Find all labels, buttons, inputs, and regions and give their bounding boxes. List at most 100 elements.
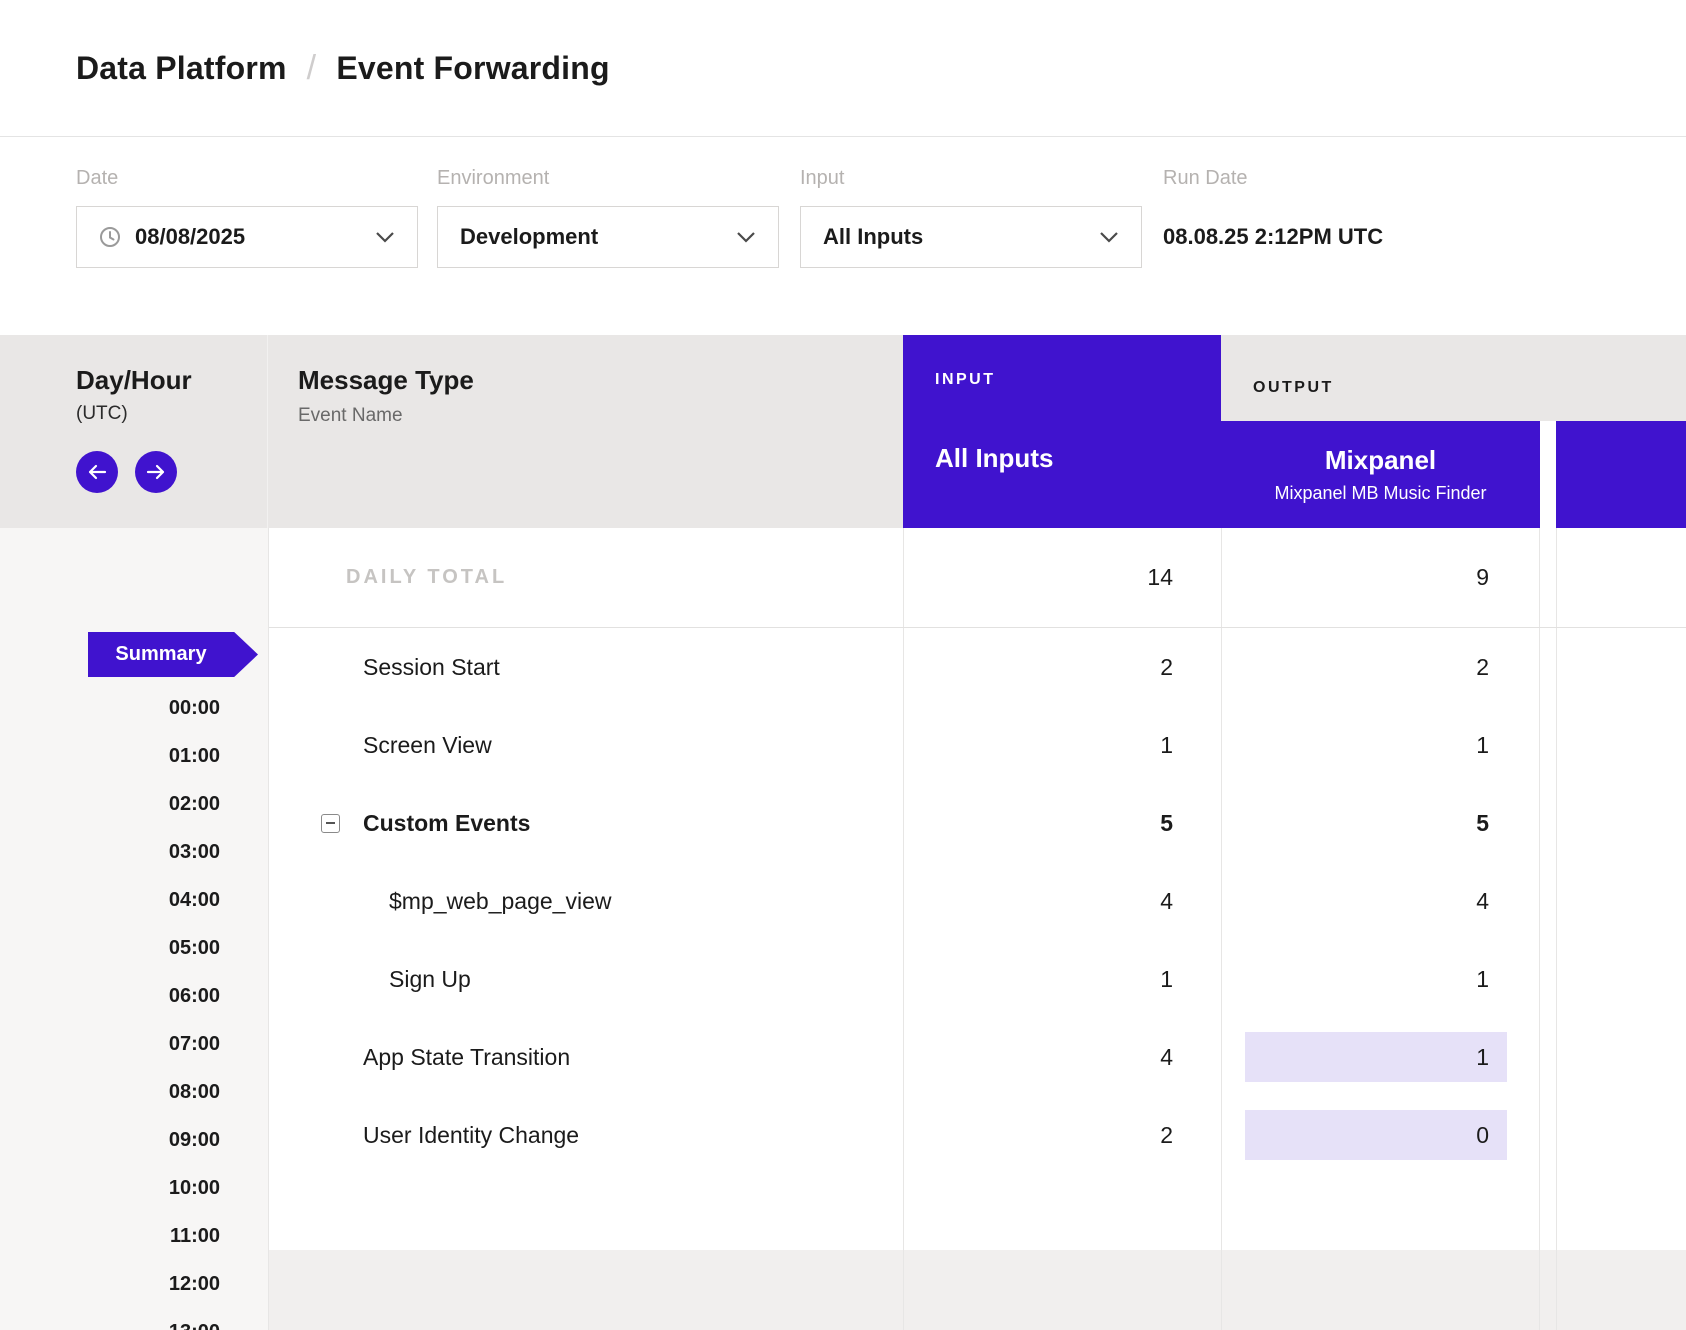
date-dropdown[interactable]: 08/08/2025 — [76, 206, 418, 268]
hour-label[interactable]: 04:00 — [0, 876, 220, 924]
column-gap — [1540, 628, 1556, 706]
partial-column-cell — [1556, 528, 1686, 627]
day-hour-sidebar: Summary 00:00 01:00 02:00 03:00 04:00 05… — [0, 528, 268, 1330]
event-name-cell: Session Start — [269, 628, 903, 706]
partial-column-cell — [1556, 1018, 1686, 1096]
date-filter: Date 08/08/2025 — [76, 167, 418, 268]
filler-cell — [1221, 1174, 1540, 1250]
output-count: 1 — [1245, 1032, 1507, 1082]
hour-label[interactable]: 02:00 — [0, 780, 220, 828]
day-navigation — [76, 451, 267, 493]
daily-total-output-value: 9 — [1245, 553, 1507, 603]
message-type-subtitle: Event Name — [298, 405, 474, 427]
chevron-down-icon — [736, 231, 756, 243]
chevron-down-icon — [375, 231, 395, 243]
event-name: App State Transition — [363, 1044, 570, 1071]
collapse-minus-icon[interactable] — [321, 814, 340, 833]
rows-filler — [269, 1174, 1686, 1250]
event-row: App State Transition 4 1 — [269, 1018, 1686, 1096]
output-column-header[interactable]: Mixpanel Mixpanel MB Music Finder — [1221, 421, 1540, 528]
event-forwarding-page: Data Platform / Event Forwarding Date 08… — [0, 0, 1686, 1330]
breadcrumb-separator: / — [307, 49, 317, 88]
environment-dropdown-value: Development — [460, 224, 722, 250]
event-name-cell: Screen View — [269, 706, 903, 784]
hour-label[interactable]: 11:00 — [0, 1212, 220, 1260]
message-type-title: Message Type — [298, 365, 474, 396]
daily-total-row: DAILY TOTAL 14 9 — [269, 528, 1686, 628]
hour-label[interactable]: 12:00 — [0, 1260, 220, 1308]
hour-label[interactable]: 06:00 — [0, 972, 220, 1020]
input-count: 2 — [903, 628, 1221, 706]
breadcrumb-section[interactable]: Data Platform — [76, 50, 287, 87]
input-count: 4 — [903, 862, 1221, 940]
environment-dropdown[interactable]: Development — [437, 206, 779, 268]
input-count: 5 — [903, 784, 1221, 862]
breadcrumb: Data Platform / Event Forwarding — [76, 49, 610, 88]
hours-list: 00:00 01:00 02:00 03:00 04:00 05:00 06:0… — [0, 684, 220, 1330]
output-count: 1 — [1245, 954, 1507, 1004]
input-count: 1 — [903, 706, 1221, 784]
footer-cell — [1221, 1250, 1540, 1330]
output-cell: 1 — [1221, 706, 1540, 784]
run-date-value: 08.08.25 2:12PM UTC — [1163, 206, 1383, 268]
run-date: Run Date 08.08.25 2:12PM UTC — [1163, 167, 1383, 268]
partial-column-cell — [1556, 628, 1686, 706]
chevron-down-icon — [1099, 231, 1119, 243]
output-cell: 0 — [1221, 1096, 1540, 1174]
output-cell: 1 — [1221, 1018, 1540, 1096]
hour-label[interactable]: 13:00 — [0, 1308, 220, 1330]
output-count: 0 — [1245, 1110, 1507, 1160]
column-gap — [1540, 421, 1556, 528]
hour-label[interactable]: 01:00 — [0, 732, 220, 780]
arrow-right-icon — [146, 464, 166, 480]
input-count: 1 — [903, 940, 1221, 1018]
topbar: Data Platform / Event Forwarding — [0, 0, 1686, 137]
footer-cell — [269, 1250, 903, 1330]
hour-label[interactable]: 07:00 — [0, 1020, 220, 1068]
input-column-eyebrow: INPUT — [935, 371, 1189, 389]
message-type-header: Message Type Event Name — [298, 365, 474, 427]
column-gap — [1540, 528, 1556, 627]
filler-cell — [269, 1174, 903, 1250]
next-output-column-partial[interactable] — [1556, 421, 1686, 528]
hour-label[interactable]: 08:00 — [0, 1068, 220, 1116]
date-filter-label: Date — [76, 167, 418, 190]
hour-label[interactable]: 03:00 — [0, 828, 220, 876]
footer-cell — [1556, 1250, 1686, 1330]
input-filter-label: Input — [800, 167, 1142, 190]
event-row: Screen View 1 1 — [269, 706, 1686, 784]
event-name: Sign Up — [389, 966, 471, 993]
footer-cell — [903, 1250, 1221, 1330]
hour-label[interactable]: 09:00 — [0, 1116, 220, 1164]
arrow-left-icon — [87, 464, 107, 480]
event-name: User Identity Change — [363, 1122, 579, 1149]
event-name: Session Start — [363, 654, 500, 681]
day-hour-header: Day/Hour (UTC) — [0, 335, 268, 528]
column-gap — [1540, 1018, 1556, 1096]
input-count: 4 — [903, 1018, 1221, 1096]
event-name-cell: $mp_web_page_view — [269, 862, 903, 940]
previous-day-button[interactable] — [76, 451, 118, 493]
next-day-button[interactable] — [135, 451, 177, 493]
event-name: $mp_web_page_view — [389, 888, 612, 915]
hour-label[interactable]: 05:00 — [0, 924, 220, 972]
daily-total-input-value: 14 — [903, 528, 1221, 627]
event-name-cell: App State Transition — [269, 1018, 903, 1096]
column-gap — [1540, 1096, 1556, 1174]
environment-filter: Environment Development — [437, 167, 779, 268]
clock-icon — [99, 226, 121, 248]
hour-label[interactable]: 10:00 — [0, 1164, 220, 1212]
daily-total-label: DAILY TOTAL — [269, 528, 903, 627]
hour-label[interactable]: 00:00 — [0, 684, 220, 732]
output-count: 5 — [1245, 798, 1507, 848]
output-column-title: Mixpanel — [1325, 445, 1436, 476]
summary-tab[interactable]: Summary — [88, 632, 258, 677]
input-dropdown[interactable]: All Inputs — [800, 206, 1142, 268]
partial-column-cell — [1556, 784, 1686, 862]
event-rows: DAILY TOTAL 14 9 Session Start 2 — [268, 528, 1686, 1330]
input-column-title: All Inputs — [935, 443, 1189, 474]
output-column-subtitle: Mixpanel MB Music Finder — [1274, 483, 1486, 504]
input-column-header[interactable]: INPUT All Inputs — [903, 335, 1221, 528]
breadcrumb-page: Event Forwarding — [336, 50, 609, 87]
input-count: 2 — [903, 1096, 1221, 1174]
